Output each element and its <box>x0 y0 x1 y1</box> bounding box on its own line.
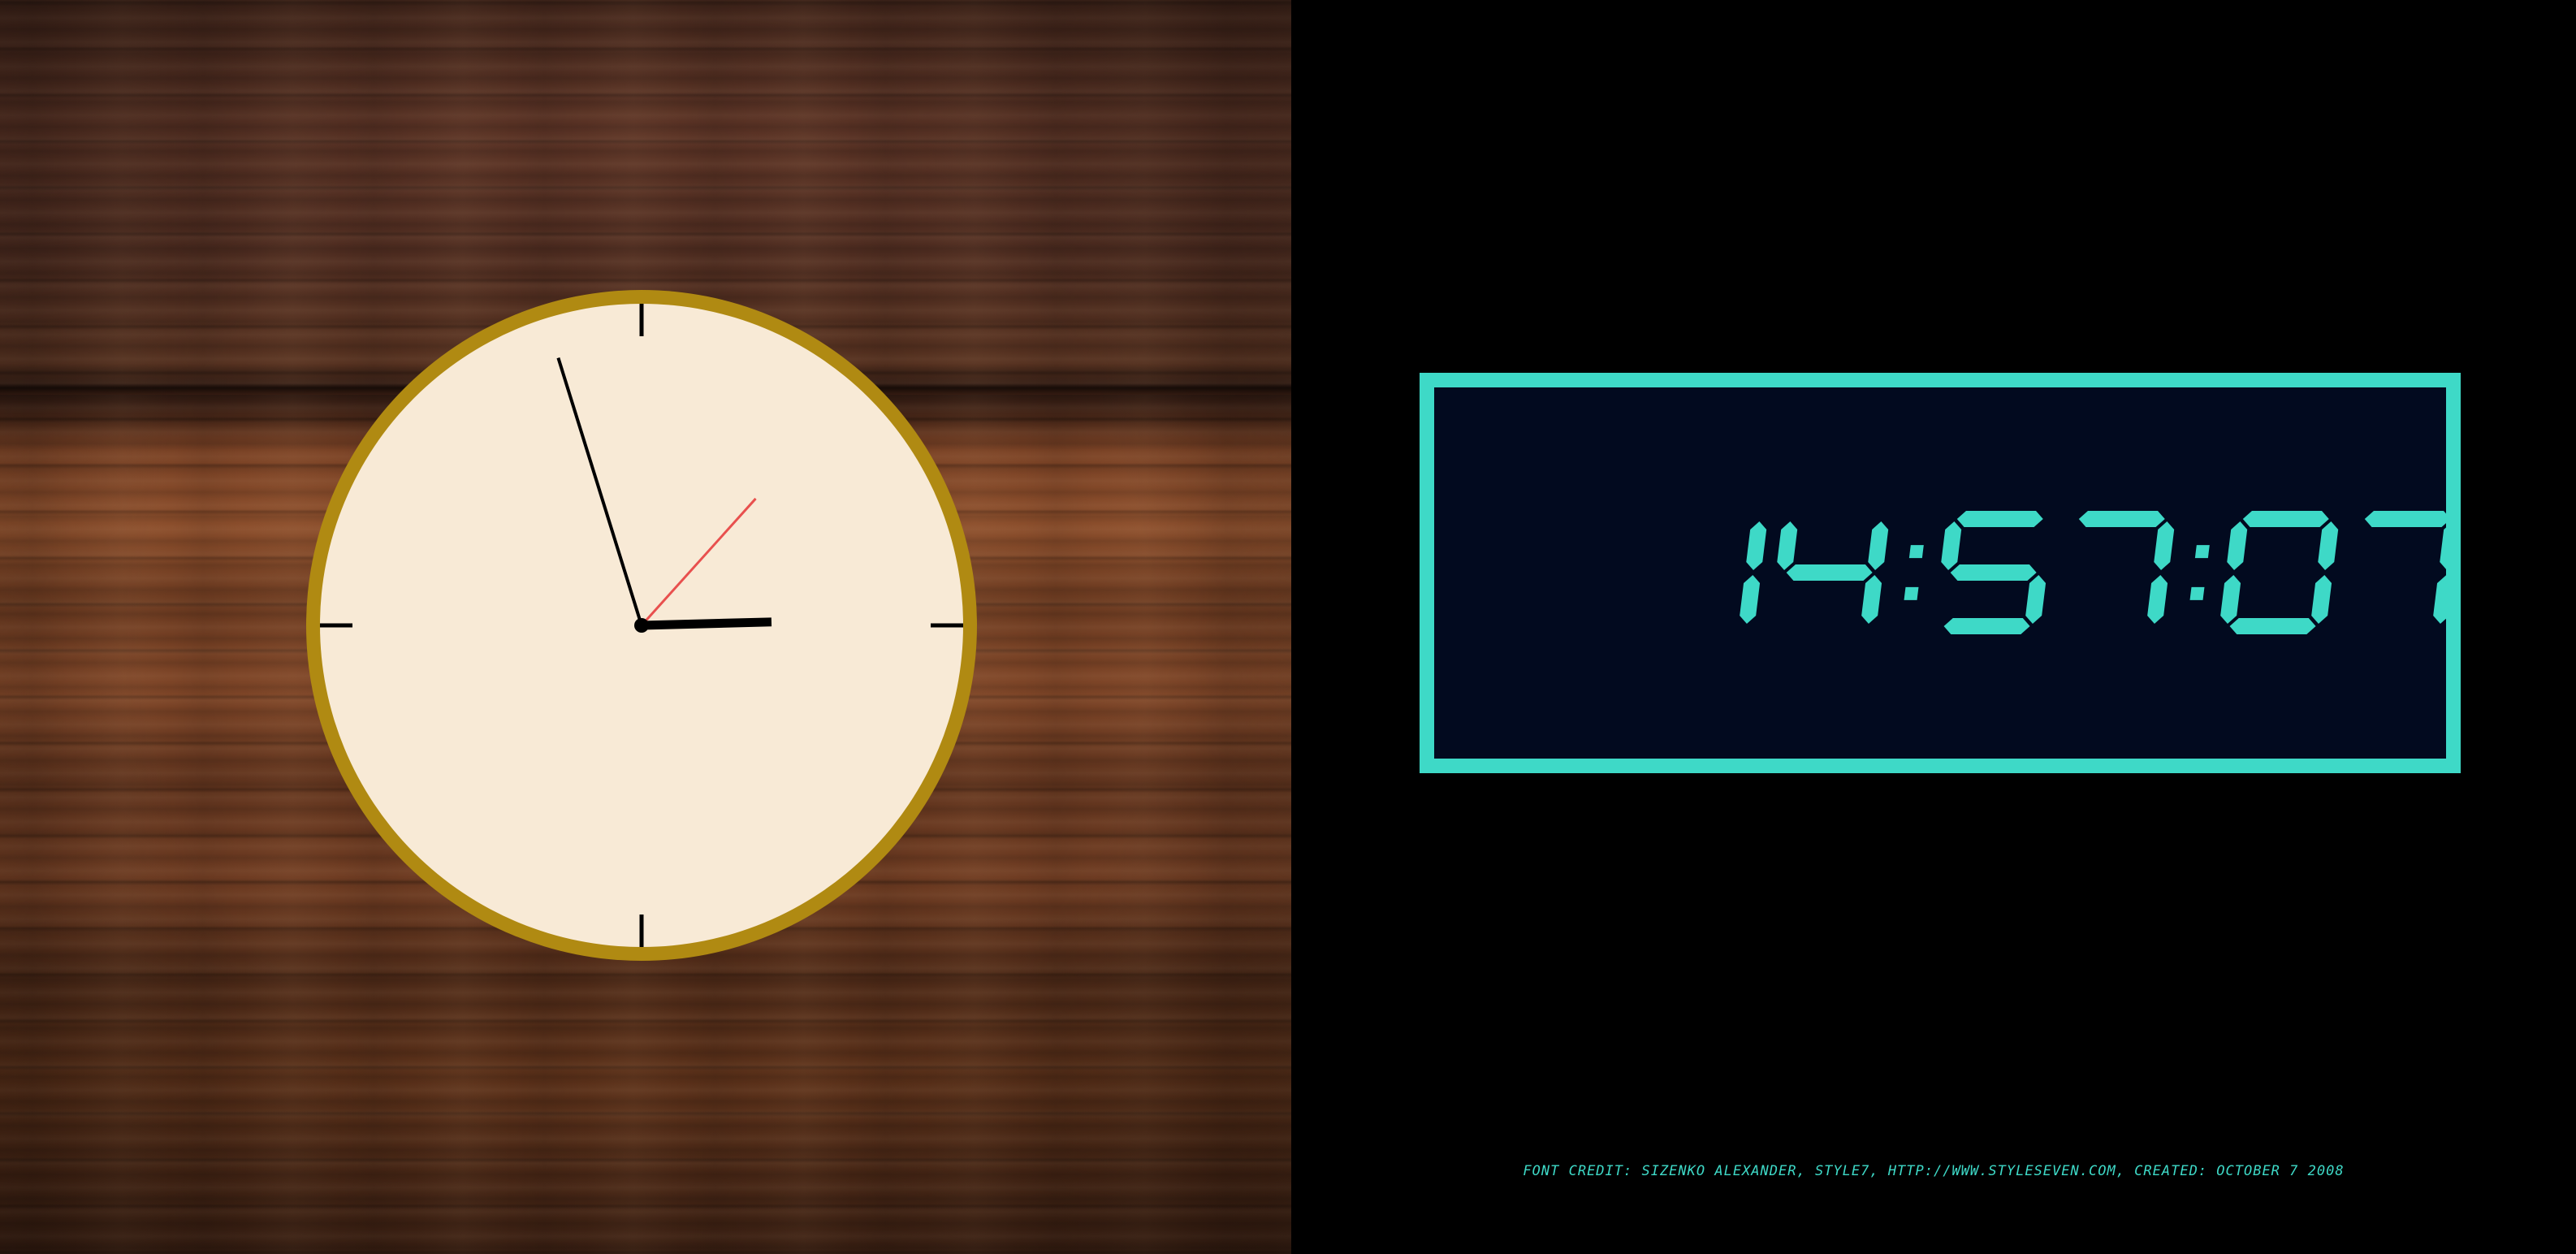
segment-c <box>2025 575 2047 624</box>
clock-face <box>320 304 963 947</box>
colon-dot <box>2189 586 2205 600</box>
clock-page: 14:57:07 FONT CREDIT: SIZENKO ALEXANDER,… <box>0 0 2576 1254</box>
analog-clock <box>306 290 977 961</box>
segment-c <box>2433 575 2446 624</box>
segment-d <box>2229 618 2316 634</box>
wood-background <box>0 0 1291 1254</box>
segment-c <box>1861 575 1882 624</box>
segment-b <box>1868 521 1889 570</box>
colon-dot <box>2194 545 2210 559</box>
digital-clock-panel: 14:57:07 FONT CREDIT: SIZENKO ALEXANDER,… <box>1291 0 2576 1254</box>
segment-g <box>1950 564 2037 581</box>
digit-4 <box>2220 511 2339 634</box>
wood-board-seam <box>0 383 1291 395</box>
segment-b <box>2318 521 2339 570</box>
second-hand <box>640 497 757 627</box>
segment-a <box>2364 511 2446 527</box>
digit-1 <box>1777 521 1889 624</box>
segment-f <box>1777 521 1798 570</box>
colon-dot <box>1908 545 1924 559</box>
segment-f <box>2227 521 2248 570</box>
digit-2 <box>1941 511 2047 634</box>
digit-5 <box>2364 511 2446 624</box>
colon-dot <box>1904 586 1919 600</box>
minute-hand <box>556 357 643 626</box>
digit-0 <box>1740 521 1767 624</box>
digital-clock-frame: 14:57:07 <box>1420 373 2461 773</box>
segment-d <box>1943 618 2030 634</box>
clock-center-pin <box>634 618 649 633</box>
segment-b <box>2440 521 2446 570</box>
segment-c <box>2147 575 2168 624</box>
clock-rim <box>306 290 977 961</box>
segment-a <box>2078 511 2165 527</box>
segment-f <box>1941 521 1962 570</box>
font-credit: FONT CREDIT: SIZENKO ALEXANDER, STYLE7, … <box>1523 1163 2345 1179</box>
segment-e <box>2220 575 2241 624</box>
hour-hand <box>641 617 772 630</box>
segment-a <box>1956 511 2043 527</box>
digital-clock-display <box>1740 511 2446 634</box>
segment-c <box>1740 575 1761 624</box>
digit-3 <box>2078 511 2175 624</box>
segment-a <box>2242 511 2329 527</box>
segment-b <box>2154 521 2175 570</box>
segment-b <box>1746 521 1767 570</box>
segment-c <box>2311 575 2332 624</box>
segment-g <box>1786 564 1873 581</box>
